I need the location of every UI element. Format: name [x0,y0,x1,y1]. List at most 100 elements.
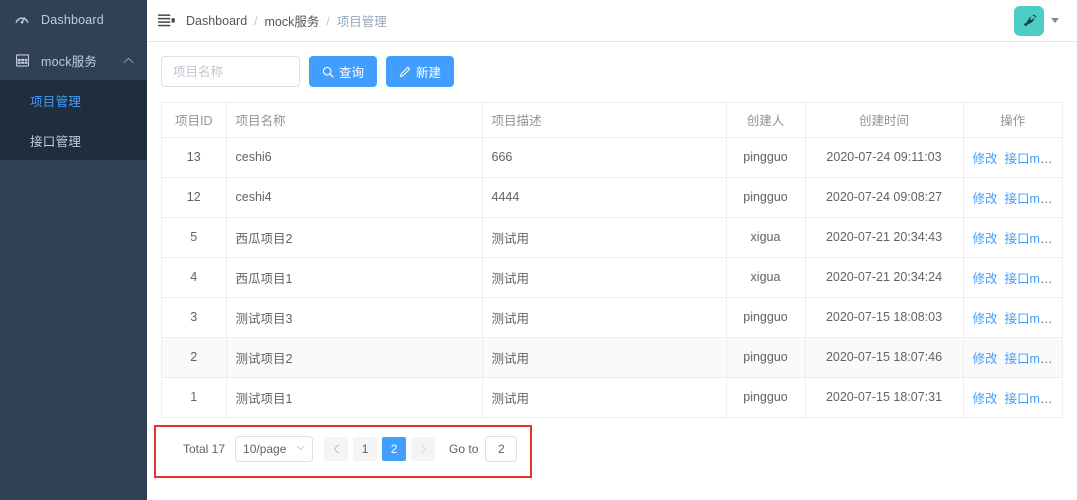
cell-creator: pingguo [726,297,806,338]
breadcrumb-item-mock-service[interactable]: mock服务 [265,11,320,30]
projects-table: 项目ID 项目名称 项目描述 创建人 创建时间 操作 13 ceshi6 666 pi… [162,103,1062,418]
action-interface-mock-link[interactable]: 接口mock [1005,312,1060,326]
navbar-right [1014,5,1065,36]
cell-actions: 修改 接口mock [963,337,1062,378]
table-row[interactable]: 2 测试项目2 测试用 pingguo 2020-07-15 18:07:46 修改 接口m… [162,337,1062,378]
project-name-search-input[interactable] [161,56,300,87]
cell-created-time: 2020-07-21 20:34:43 [805,217,964,258]
table-row[interactable]: 4 西瓜项目1 测试用 xigua 2020-07-21 20:34:24 修改 接口moc… [162,257,1062,298]
action-interface-mock-link[interactable]: 接口mock [1005,392,1060,406]
pagination: Total 17 10/page 1 2 Go to 2 [161,435,1063,463]
table-header: 项目ID 项目名称 项目描述 创建人 创建时间 操作 [162,103,1062,138]
breadcrumb-item-dashboard[interactable]: Dashboard [186,14,247,28]
sidebar-item-mock-service[interactable]: mock服务 [0,40,147,80]
pagination-goto-input[interactable] [485,435,518,462]
table-row[interactable]: 13 ceshi6 666 pingguo 2020-07-24 09:11:03 修改接… [162,137,1062,178]
caret-down-icon[interactable] [1051,18,1059,23]
cell-project-desc: 666 [482,137,727,178]
cell-creator: pingguo [726,137,806,178]
cell-project-id: 12 [162,177,227,218]
user-avatar-icon[interactable] [1014,5,1044,36]
search-icon [322,66,334,78]
breadcrumb-item-current: 项目管理 [336,15,387,29]
pagination-next-button[interactable] [411,436,436,461]
action-interface-mock-link[interactable]: 接口mock [1005,272,1060,286]
column-header-project-name: 项目名称 [226,103,483,138]
sidebar-item-dashboard[interactable]: Dashboard [0,0,147,40]
cell-project-name: 西瓜项目1 [226,257,483,298]
breadcrumb-separator: / [326,13,330,28]
cell-project-id: 4 [162,257,227,298]
hamburger-fold-icon[interactable] [155,10,177,32]
sidebar-submenu-mock-service: 项目管理 接口管理 [0,80,147,160]
action-edit-link[interactable]: 修改 [973,392,998,406]
top-navbar: Dashboard / mock服务 / 项目管理 [147,0,1077,42]
action-edit-link[interactable]: 修改 [973,352,998,366]
column-header-created-time: 创建时间 [805,103,964,138]
cell-actions: 修改 接口mock [963,217,1062,258]
breadcrumb-separator: / [254,13,258,28]
pagination-page-2[interactable]: 2 [382,436,407,461]
breadcrumb: Dashboard / mock服务 / 项目管理 [186,11,387,30]
pagination-page-1[interactable]: 1 [353,436,378,461]
cell-created-time: 2020-07-15 18:07:31 [805,377,964,418]
edit-pencil-icon [399,66,411,78]
chevron-down-icon [296,443,305,454]
cell-creator: pingguo [726,177,806,218]
filter-toolbar: 查询 新建 [161,56,1063,87]
cell-project-desc: 测试用 [482,377,727,418]
cell-creator: xigua [726,257,806,298]
sidebar-item-interface-management[interactable]: 接口管理 [0,120,147,160]
cell-project-name: ceshi4 [226,177,483,218]
action-edit-link[interactable]: 修改 [973,272,998,286]
action-edit-link[interactable]: 修改 [973,312,998,326]
pagination-prev-button[interactable] [324,436,349,461]
cell-project-name: 测试项目3 [226,297,483,338]
column-header-project-id: 项目ID [162,103,227,138]
cell-project-id: 13 [162,137,227,178]
cell-actions: 修改 接口mock [963,257,1062,298]
table-header-row: 项目ID 项目名称 项目描述 创建人 创建时间 操作 [162,103,1062,138]
query-button[interactable]: 查询 [309,56,378,87]
action-edit-link[interactable]: 修改 [973,232,998,246]
action-edit-link[interactable]: 修改 [973,192,998,206]
table-row[interactable]: 1 测试项目1 测试用 pingguo 2020-07-15 18:07:31 修改 接口m… [162,377,1062,418]
pagination-total-label: Total 17 [183,441,226,456]
action-edit-link[interactable]: 修改 [973,152,998,166]
table-row[interactable]: 3 测试项目3 测试用 pingguo 2020-07-15 18:08:03 修改 接口m… [162,297,1062,338]
projects-table-wrapper: 项目ID 项目名称 项目描述 创建人 创建时间 操作 13 ceshi6 666 pi… [161,102,1063,418]
cell-project-name: 西瓜项目2 [226,217,483,258]
action-interface-mock-link[interactable]: 接口mock [1005,232,1060,246]
sidebar-subitem-label: 接口管理 [30,134,82,149]
content-panel: 查询 新建 [147,42,1077,500]
cell-creator: pingguo [726,377,806,418]
cell-project-desc: 4444 [482,177,727,218]
cell-project-name: 测试项目1 [226,377,483,418]
cell-project-desc: 测试用 [482,217,727,258]
action-interface-mock-link[interactable]: 接口mock [1005,352,1060,366]
table-row[interactable]: 12 ceshi4 4444 pingguo 2020-07-24 09:08:27 修改… [162,177,1062,218]
cell-actions: 修改 接口mock [963,377,1062,418]
cell-project-desc: 测试用 [482,297,727,338]
cell-created-time: 2020-07-21 20:34:24 [805,257,964,298]
action-interface-mock-link[interactable]: 接口mock [1005,192,1060,206]
cell-created-time: 2020-07-24 09:08:27 [805,177,964,218]
cell-project-id: 2 [162,337,227,378]
cell-created-time: 2020-07-15 18:08:03 [805,297,964,338]
cell-actions: 修改 接口mock [963,137,1062,178]
sidebar-subitem-label: 项目管理 [30,94,82,109]
column-header-actions: 操作 [963,103,1062,138]
create-button[interactable]: 新建 [386,56,455,87]
cell-created-time: 2020-07-15 18:07:46 [805,337,964,378]
table-body: 13 ceshi6 666 pingguo 2020-07-24 09:11:03 修改接… [162,137,1062,418]
pagination-zone: Total 17 10/page 1 2 Go to 2 [154,418,1063,478]
sidebar-item-project-management[interactable]: 项目管理 [0,80,147,120]
grid-table-icon [14,52,30,68]
table-row[interactable]: 5 西瓜项目2 测试用 xigua 2020-07-21 20:34:43 修改 接口moc… [162,217,1062,258]
cell-creator: xigua [726,217,806,258]
page-size-select[interactable]: 10/page [235,435,314,462]
cell-project-name: 测试项目2 [226,337,483,378]
action-interface-mock-link[interactable]: 接口mock [1005,152,1060,166]
cell-creator: pingguo [726,337,806,378]
query-button-label: 查询 [339,66,365,80]
